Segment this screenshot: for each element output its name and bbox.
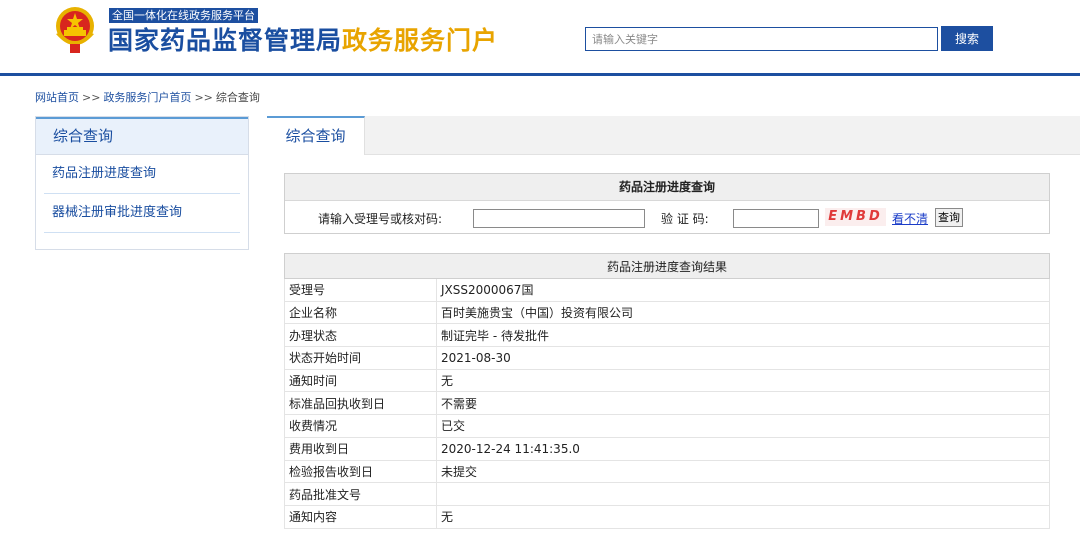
result-field-label: 检验报告收到日 [284, 459, 437, 484]
result-table: 药品注册进度查询结果 受理号 JXSS2000067国 企业名称 百时美施贵宝（中国）… [284, 253, 1050, 529]
result-field-label: 通知时间 [284, 368, 437, 393]
result-field-label: 办理状态 [284, 323, 437, 348]
sidebar-item-drug-registration[interactable]: 药品注册进度查询 [44, 155, 240, 194]
query-form: 药品注册进度查询 请输入受理号或核对码: 验 证 码: EMBD 看不清 查询 [284, 173, 1050, 234]
captcha-image[interactable]: EMBD [825, 208, 886, 226]
result-field-label: 状态开始时间 [284, 346, 437, 370]
breadcrumb-current: 综合查询 [215, 91, 260, 104]
site-header: 全国一体化在线政务服务平台 国家药品监督管理局政务服务门户 搜索 [0, 0, 1080, 76]
result-field-label: 标准品回执收到日 [284, 391, 437, 416]
acceptance-number-label: 请输入受理号或核对码: [318, 212, 443, 226]
result-field-label: 企业名称 [284, 300, 437, 325]
table-row: 企业名称 百时美施贵宝（中国）投资有限公司 [284, 300, 1050, 325]
result-field-value: 制证完毕 - 待发批件 [436, 323, 1050, 348]
table-row: 受理号 JXSS2000067国 [284, 278, 1050, 302]
table-row: 药品批准文号 [284, 482, 1050, 506]
result-table-body: 受理号 JXSS2000067国 企业名称 百时美施贵宝（中国）投资有限公司 办理状态制… [284, 278, 1050, 529]
tab-bar: 综合查询 [267, 116, 1080, 155]
breadcrumb-separator: >> [194, 91, 213, 104]
result-field-label: 受理号 [284, 278, 437, 302]
breadcrumb: 网站首页 >> 政务服务门户首页 >> 综合查询 [35, 89, 260, 105]
result-field-label: 药品批准文号 [284, 482, 437, 506]
captcha-label: 验 证 码: [661, 212, 709, 226]
site-title-accent: 政务服务门户 [342, 26, 499, 55]
result-table-title: 药品注册进度查询结果 [284, 253, 1050, 279]
result-field-value: 2020-12-24 11:41:35.0 [436, 436, 1050, 461]
result-field-label: 通知内容 [284, 504, 437, 529]
acceptance-number-input[interactable] [473, 209, 645, 228]
captcha-refresh-link[interactable]: 看不清 [892, 210, 928, 227]
table-row: 通知时间无 [284, 368, 1050, 393]
sidebar-item-device-registration[interactable]: 器械注册审批进度查询 [44, 194, 240, 233]
site-title-main: 国家药品监督管理局 [108, 26, 343, 55]
national-emblem-icon [56, 7, 94, 53]
table-row: 标准品回执收到日 不需要 [284, 391, 1050, 416]
table-row: 办理状态 制证完毕 - 待发批件 [284, 323, 1050, 348]
breadcrumb-link-home[interactable]: 网站首页 [35, 91, 79, 104]
result-field-value: 无 [436, 368, 1050, 393]
query-submit-button[interactable]: 查询 [935, 208, 963, 227]
result-field-label: 收费情况 [284, 414, 437, 438]
result-field-value: 无 [436, 504, 1050, 529]
breadcrumb-separator: >> [82, 91, 101, 104]
site-title[interactable]: 国家药品监督管理局政务服务门户 [108, 24, 498, 58]
breadcrumb-link-portal[interactable]: 政务服务门户首页 [103, 91, 191, 104]
table-row: 收费情况 已交 [284, 414, 1050, 438]
table-row: 检验报告收到日 未提交 [284, 459, 1050, 484]
result-field-label: 费用收到日 [284, 436, 437, 461]
search-button[interactable]: 搜索 [941, 26, 993, 51]
result-field-value [436, 482, 1050, 506]
result-field-value: 2021-08-30 [436, 346, 1050, 370]
result-field-value: 不需要 [436, 391, 1050, 416]
captcha-input[interactable] [733, 209, 819, 228]
table-row: 状态开始时间 2021-08-30 [284, 346, 1050, 370]
search-input[interactable] [585, 27, 938, 51]
result-field-value: JXSS2000067国 [436, 278, 1050, 302]
tab-comprehensive-query[interactable]: 综合查询 [267, 116, 365, 155]
result-field-value: 百时美施贵宝（中国）投资有限公司 [436, 300, 1050, 325]
table-row: 通知内容无 [284, 504, 1050, 529]
sidebar-title: 综合查询 [36, 117, 248, 155]
sidebar: 综合查询 药品注册进度查询 器械注册审批进度查询 [35, 116, 249, 250]
table-row: 费用收到日 2020-12-24 11:41:35.0 [284, 436, 1050, 461]
query-form-title: 药品注册进度查询 [285, 174, 1049, 201]
result-field-value: 已交 [436, 414, 1050, 438]
result-field-value: 未提交 [436, 459, 1050, 484]
header-divider [0, 73, 1080, 76]
platform-tag[interactable]: 全国一体化在线政务服务平台 [109, 8, 258, 23]
